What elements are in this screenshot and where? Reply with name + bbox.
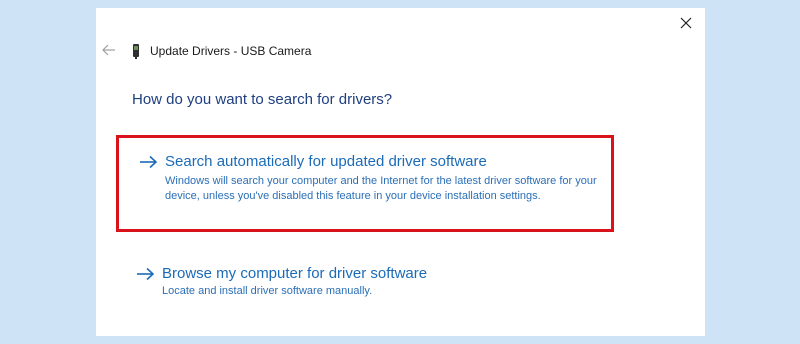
close-icon (680, 17, 692, 29)
right-arrow-icon (140, 155, 158, 168)
window-title-bar: Update Drivers - USB Camera (132, 42, 311, 60)
option-header: Browse my computer for driver software (136, 265, 427, 282)
update-drivers-dialog: Update Drivers - USB Camera How do you w… (96, 8, 705, 336)
usb-device-icon (133, 43, 139, 59)
browse-computer-option[interactable]: Browse my computer for driver software L… (116, 248, 614, 308)
page-heading: How do you want to search for drivers? (132, 91, 393, 108)
close-button[interactable] (675, 12, 697, 34)
option-title: Search automatically for updated driver … (165, 153, 487, 170)
option-description: Locate and install driver software manua… (162, 285, 373, 297)
option-description: Windows will search your computer and th… (165, 175, 597, 202)
option-header: Search automatically for updated driver … (139, 153, 487, 170)
back-arrow-icon (102, 44, 115, 56)
back-button[interactable] (100, 41, 118, 59)
right-arrow-icon (137, 267, 155, 280)
option-title: Browse my computer for driver software (162, 265, 428, 282)
search-automatically-option[interactable]: Search automatically for updated driver … (116, 135, 614, 232)
window-title: Update Drivers - USB Camera (150, 44, 312, 58)
